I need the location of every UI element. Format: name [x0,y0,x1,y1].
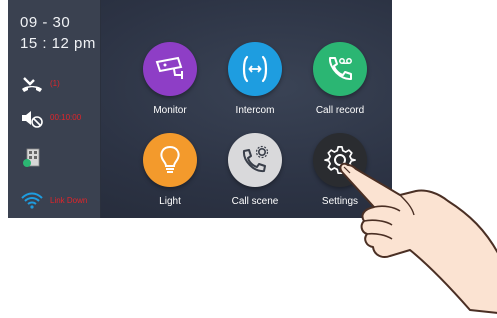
building-door-icon [23,148,40,167]
date-display: 09 - 30 [20,14,71,31]
network-status[interactable]: Link Down [20,190,100,210]
app-label-intercom: Intercom [235,105,275,116]
voicemail-phone-icon [328,57,352,81]
mute-status[interactable]: 00:10:00 [20,108,100,128]
app-monitor[interactable]: Monitor [130,42,210,122]
missed-calls-status[interactable]: (1) [20,74,100,94]
phone-settings-icon [242,145,269,173]
app-intercom[interactable]: Intercom [215,42,295,122]
pointing-hand-illustration [339,162,497,314]
intercom-icon-circle [228,42,282,96]
app-call-record[interactable]: Call record [300,42,380,122]
wifi-icon [21,192,43,209]
status-sidebar: 09 - 30 15 : 12 pm (1) 00:10:00 Link Dow… [8,0,101,218]
cctv-camera-icon [155,56,183,79]
app-call-scene[interactable]: Call scene [215,133,295,213]
door-status[interactable] [20,148,100,168]
mute-timer: 00:10:00 [50,113,82,122]
app-light[interactable]: Light [130,133,210,213]
mute-speaker-icon [22,111,43,128]
app-label-call-record: Call record [315,105,365,116]
call-record-icon-circle [313,42,367,96]
app-label-call-scene: Call scene [231,196,279,207]
missed-calls-count: (1) [50,79,60,88]
monitor-icon-circle [143,42,197,96]
call-scene-icon-circle [228,133,282,187]
intercom-phone-icon [242,55,268,83]
time-display: 15 : 12 pm [20,35,96,52]
app-label-monitor: Monitor [153,105,187,116]
lightbulb-icon [160,145,180,173]
app-label-light: Light [159,196,181,207]
light-icon-circle [143,133,197,187]
missed-call-icon [22,77,42,92]
network-label: Link Down [50,196,88,205]
